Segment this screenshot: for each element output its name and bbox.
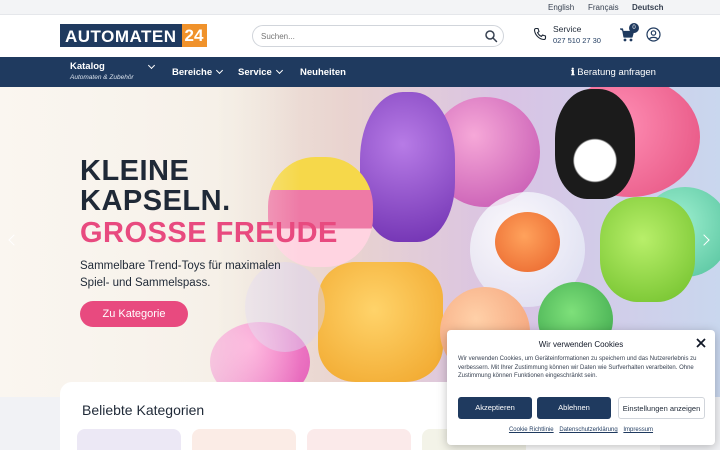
imprint-link[interactable]: Impressum: [623, 427, 653, 433]
hero-subtitle: Sammelbare Trend-Toys für maximalen Spie…: [80, 260, 281, 289]
category-card[interactable]: [77, 429, 181, 450]
cookie-dialog-text: Wir verwenden Cookies, um Geräteinformat…: [458, 356, 697, 379]
nav-service[interactable]: Service: [238, 66, 283, 78]
language-english[interactable]: English: [548, 3, 574, 12]
site-header: AUTOMATEN 24 Service 027 510 27 30 0: [0, 15, 720, 57]
chevron-down-icon: [275, 66, 283, 75]
main-navigation: Katalog Automaten & Zubehör Bereiche Ser…: [0, 57, 720, 87]
cookie-policy-link[interactable]: Cookie Richtlinie: [509, 427, 554, 433]
hero-headline-accent: GROSSE FREUDE: [80, 217, 338, 249]
category-card[interactable]: [307, 429, 411, 450]
nav-bereiche[interactable]: Bereiche: [172, 66, 224, 78]
cookie-links: Cookie Richtlinie Datenschutzerklärung I…: [447, 427, 715, 433]
nav-beratung-anfragen[interactable]: ℹ Beratung anfragen: [571, 67, 656, 78]
chevron-down-icon: [147, 61, 156, 70]
language-french[interactable]: Français: [588, 3, 619, 12]
hero-headline-line-2: KAPSELN.: [80, 185, 231, 217]
deny-cookies-button[interactable]: Ablehnen: [537, 397, 611, 419]
nav-beratung-label: Beratung anfragen: [577, 67, 656, 78]
search-icon[interactable]: [484, 29, 498, 43]
service-label: Service: [553, 24, 582, 34]
service-phone-number[interactable]: 027 510 27 30: [553, 36, 601, 45]
language-bar: English Français Deutsch: [0, 0, 720, 15]
nav-service-label: Service: [238, 67, 272, 78]
info-icon: ℹ: [571, 67, 575, 78]
hero-category-button[interactable]: Zu Kategorie: [80, 301, 188, 327]
user-account-icon[interactable]: [646, 27, 661, 42]
chevron-down-icon: [216, 66, 224, 75]
nav-bereiche-label: Bereiche: [172, 67, 213, 78]
nav-katalog-label: Katalog: [70, 61, 105, 72]
cart-count-badge: 0: [629, 23, 639, 33]
cookie-settings-button[interactable]: Einstellungen anzeigen: [618, 397, 705, 419]
language-german[interactable]: Deutsch: [632, 3, 664, 12]
section-title: Beliebte Kategorien: [82, 402, 205, 418]
site-logo[interactable]: AUTOMATEN 24: [60, 24, 208, 47]
close-icon[interactable]: [696, 338, 706, 348]
phone-icon: [533, 27, 547, 41]
nav-katalog[interactable]: Katalog: [70, 61, 156, 72]
category-card[interactable]: [192, 429, 296, 450]
logo-number: 24: [181, 24, 208, 47]
hero-headline: KLEINE KAPSELN.: [80, 156, 231, 216]
logo-text: AUTOMATEN: [60, 24, 182, 47]
cookie-consent-dialog: Wir verwenden Cookies Wir verwenden Cook…: [447, 330, 715, 445]
nav-neuheiten[interactable]: Neuheiten: [300, 67, 346, 78]
nav-katalog-subtitle: Automaten & Zubehör: [70, 74, 134, 81]
cookie-dialog-title: Wir verwenden Cookies: [538, 340, 624, 349]
hero-headline-line-1: KLEINE: [80, 155, 190, 187]
privacy-policy-link[interactable]: Datenschutzerklärung: [559, 427, 617, 433]
search-bar: [252, 25, 504, 47]
search-input[interactable]: [261, 29, 476, 43]
accept-cookies-button[interactable]: Akzeptieren: [458, 397, 532, 419]
